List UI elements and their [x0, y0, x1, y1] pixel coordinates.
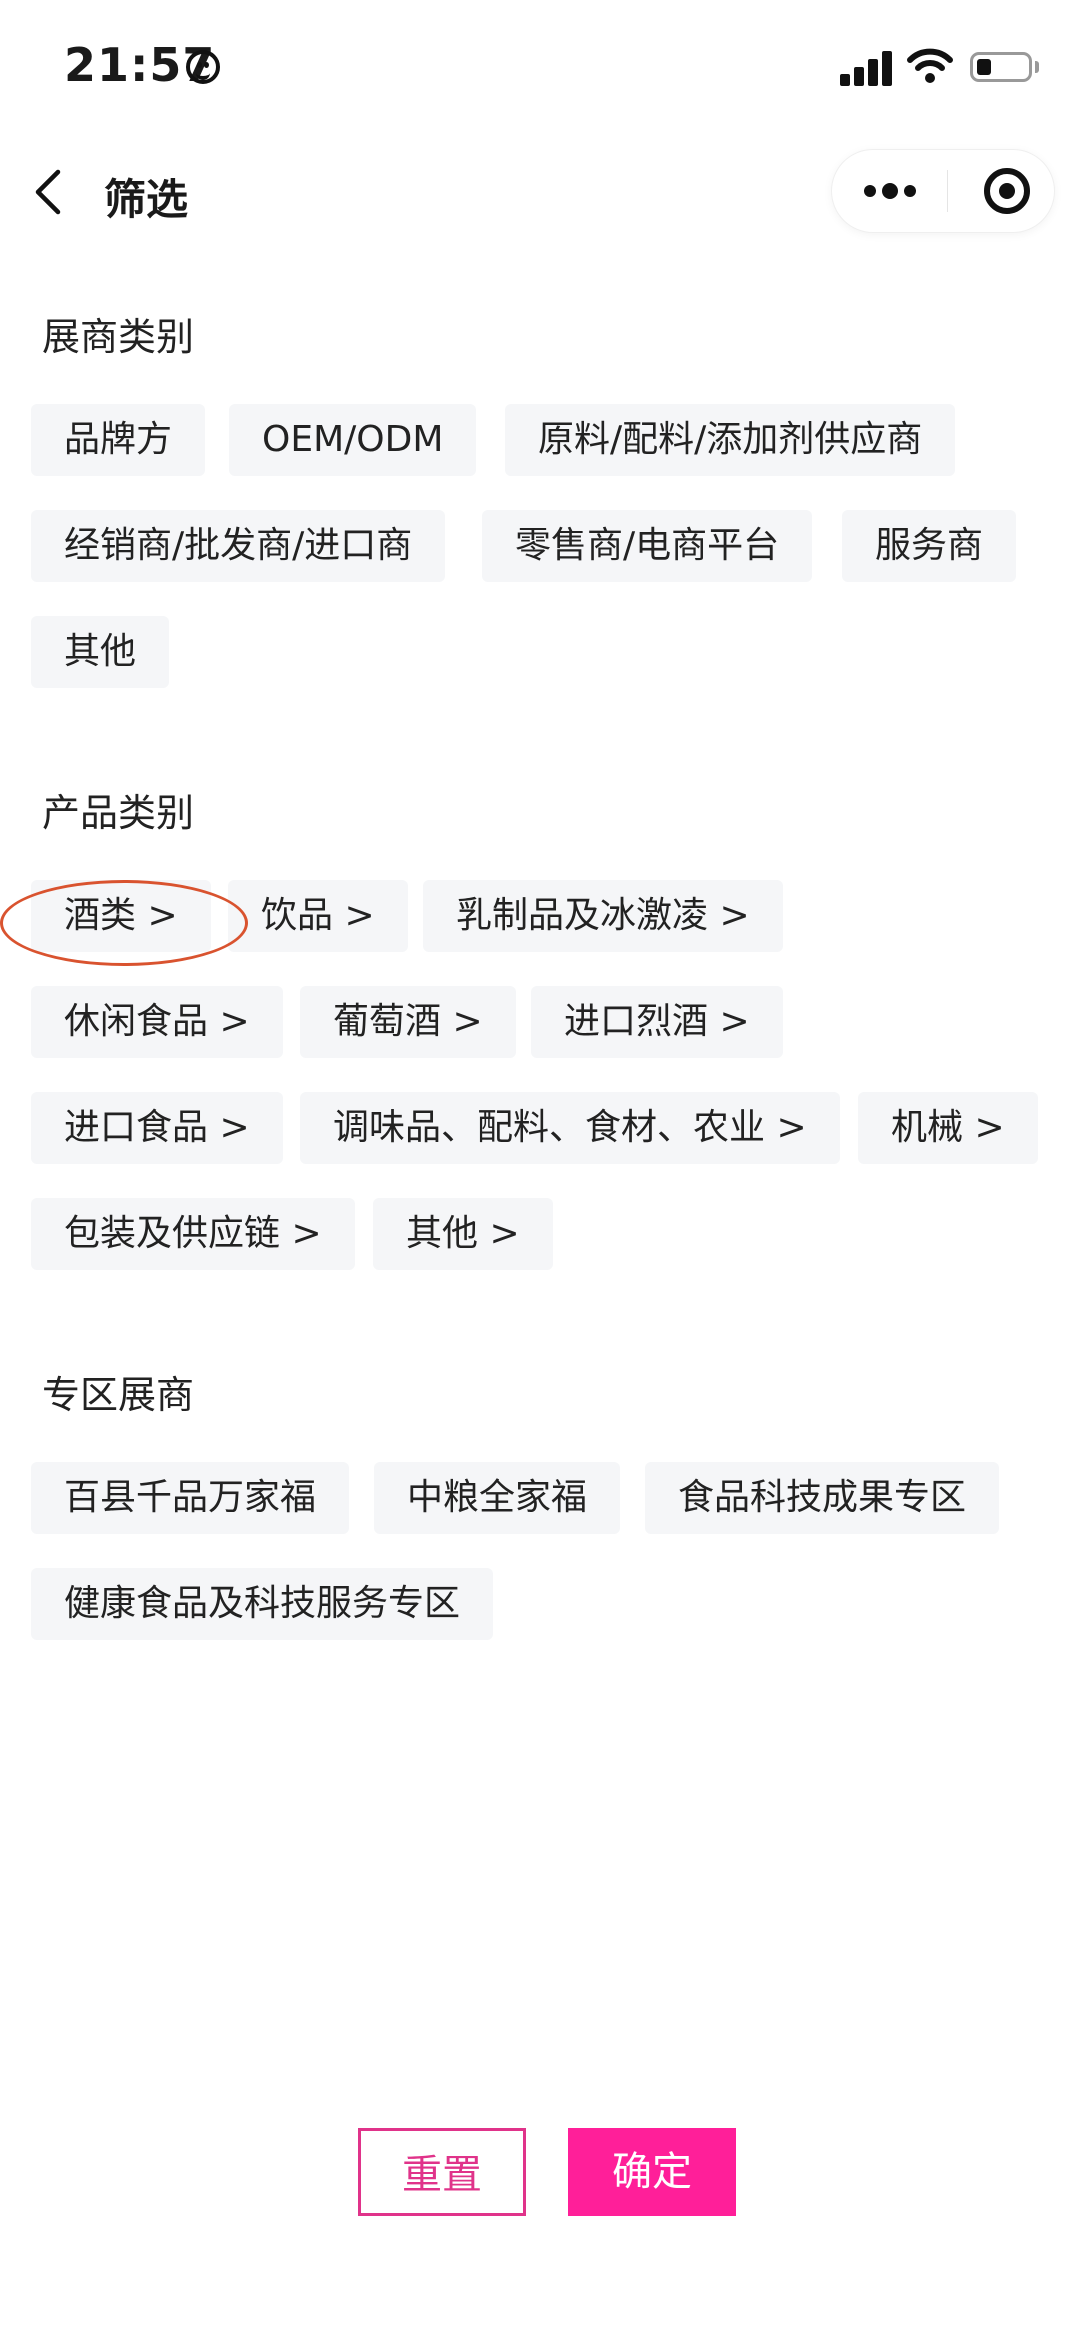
- back-arrow-icon[interactable]: [30, 168, 66, 216]
- wifi-icon: [907, 48, 953, 83]
- mini-program-capsule: [832, 150, 1054, 232]
- filter-tag[interactable]: 进口食品 >: [31, 1092, 283, 1164]
- cellular-signal-icon: [840, 50, 894, 86]
- filter-tag[interactable]: 调味品、配料、食材、农业 >: [300, 1092, 840, 1164]
- close-mini-program-icon[interactable]: [984, 168, 1030, 214]
- filter-tag[interactable]: 酒类 >: [31, 880, 211, 952]
- battery-cap: [1035, 61, 1039, 73]
- filter-tag[interactable]: 其他 >: [373, 1198, 553, 1270]
- filter-tag[interactable]: 原料/配料/添加剂供应商: [505, 404, 956, 476]
- filter-tag[interactable]: 进口烈酒 >: [531, 986, 783, 1058]
- more-icon[interactable]: [862, 176, 918, 206]
- filter-page: 21:57 筛选 展商类别 品牌方 OEM/ODM 原料/配料/添加剂供应商 经…: [0, 0, 1080, 2337]
- filter-tag[interactable]: 品牌方: [31, 404, 206, 476]
- filter-tag[interactable]: 包装及供应链 >: [31, 1198, 355, 1270]
- filter-tag[interactable]: 健康食品及科技服务专区: [31, 1568, 494, 1640]
- filter-tag[interactable]: 食品科技成果专区: [645, 1462, 1000, 1534]
- reset-button[interactable]: 重置: [358, 2128, 526, 2216]
- filter-tag[interactable]: 乳制品及冰激凌 >: [423, 880, 783, 952]
- filter-tag[interactable]: 其他: [31, 616, 170, 688]
- filter-tag[interactable]: 中粮全家福: [374, 1462, 621, 1534]
- filter-tag[interactable]: 百县千品万家福: [31, 1462, 350, 1534]
- section-title-exhibitor-type: 展商类别: [42, 315, 195, 359]
- filter-tag[interactable]: 饮品 >: [228, 880, 408, 952]
- filter-tag[interactable]: 葡萄酒 >: [300, 986, 516, 1058]
- filter-tag[interactable]: 零售商/电商平台: [482, 510, 813, 582]
- section-title-product-type: 产品类别: [42, 791, 195, 835]
- filter-tag[interactable]: OEM/ODM: [229, 404, 477, 476]
- filter-tag[interactable]: 服务商: [842, 510, 1017, 582]
- capsule-divider: [947, 170, 948, 212]
- smiley-icon: [186, 50, 220, 84]
- filter-tag[interactable]: 休闲食品 >: [31, 986, 283, 1058]
- confirm-button[interactable]: 确定: [568, 2128, 736, 2216]
- page-title: 筛选: [104, 175, 189, 224]
- filter-tag[interactable]: 机械 >: [858, 1092, 1038, 1164]
- filter-tag[interactable]: 经销商/批发商/进口商: [31, 510, 446, 582]
- section-title-special-zone: 专区展商: [42, 1373, 195, 1417]
- battery-icon: [970, 52, 1032, 82]
